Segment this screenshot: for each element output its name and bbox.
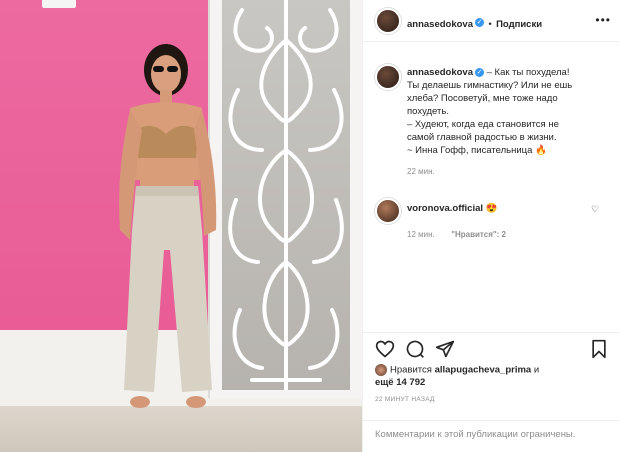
door-grille [228, 0, 344, 390]
liker-username[interactable]: allapugacheva_prima [435, 365, 532, 376]
caption-verified-icon: ✓ [475, 67, 484, 77]
caption-text-7: ~ Инна Гофф, писательница [407, 145, 533, 156]
share-send-icon[interactable] [435, 339, 455, 359]
caption: annasedokova ✓ – Как ты похудела! Ты дела… [407, 66, 612, 178]
woman-figure [119, 44, 217, 408]
wall-sign [42, 0, 76, 8]
caption-line-6: самой главной радостью в жизни. [407, 132, 557, 143]
instagram-post: annasedokova ✓ • Подписки ••• annasedokov… [0, 0, 620, 452]
comment-username[interactable]: voronova.official [407, 203, 483, 214]
post-photo[interactable] [0, 0, 362, 452]
header-separator: • [488, 19, 492, 29]
action-bar [363, 332, 620, 363]
comment-time: 12 мин. [407, 230, 435, 239]
post-timestamp: 22 МИНУТ НАЗАД [375, 396, 435, 403]
author-avatar[interactable] [375, 8, 401, 34]
liker-avatar[interactable] [375, 364, 387, 376]
comment-like-heart-icon[interactable]: ♡ [591, 204, 599, 215]
like-heart-icon[interactable] [375, 339, 395, 359]
fire-emoji-icon: 🔥 [535, 145, 547, 156]
heart-eyes-emoji-icon: 😍 [485, 203, 498, 214]
bookmark-icon[interactable] [589, 339, 609, 359]
more-horizontal-icon[interactable]: ••• [595, 13, 611, 27]
follow-button[interactable]: Подписки [496, 19, 542, 30]
likes-count[interactable]: ещё 14 792 [375, 377, 425, 388]
caption-line-4: похудеть. [407, 106, 449, 117]
caption-text-1: – Как ты похудела! [484, 67, 570, 78]
comment: voronova.official 😍 [407, 202, 498, 215]
caption-avatar[interactable] [375, 64, 401, 90]
caption-time: 22 мин. [407, 167, 435, 176]
post-header: annasedokova ✓ • Подписки ••• [363, 0, 620, 42]
comment-likes[interactable]: "Нравится": 2 [451, 230, 506, 239]
likes-suffix: и [531, 364, 540, 376]
likes-summary: Нравится allapugacheva_prima и ещё 14 79… [375, 364, 615, 389]
caption-line-1: annasedokova ✓ – Как ты похудела! [407, 66, 612, 79]
caption-line-2: Ты делаешь гимнастику? Или не ешь [407, 80, 573, 91]
caption-username[interactable]: annasedokova [407, 67, 473, 78]
caption-line-7: ~ Инна Гофф, писательница 🔥 [407, 144, 612, 157]
comments-disabled-text: Комментарии к этой публикации ограничены… [375, 429, 576, 440]
author-username[interactable]: annasedokova [407, 19, 473, 30]
comment-avatar[interactable] [375, 198, 401, 224]
verified-badge-icon: ✓ [475, 18, 484, 28]
comment-bubble-icon[interactable] [405, 339, 425, 359]
likes-prefix: Нравится [390, 364, 435, 376]
header-line: annasedokova ✓ • Подписки [407, 14, 542, 32]
post-sidebar: annasedokova ✓ • Подписки ••• annasedokov… [362, 0, 620, 452]
comment-meta: 12 мин. "Нравится": 2 [407, 224, 506, 242]
caption-line-5: – Худеют, когда еда становится не [407, 119, 559, 130]
caption-line-3: хлеба? Посоветуй, мне тоже надо [407, 93, 558, 104]
comments-footer: Комментарии к этой публикации ограничены… [363, 420, 620, 453]
